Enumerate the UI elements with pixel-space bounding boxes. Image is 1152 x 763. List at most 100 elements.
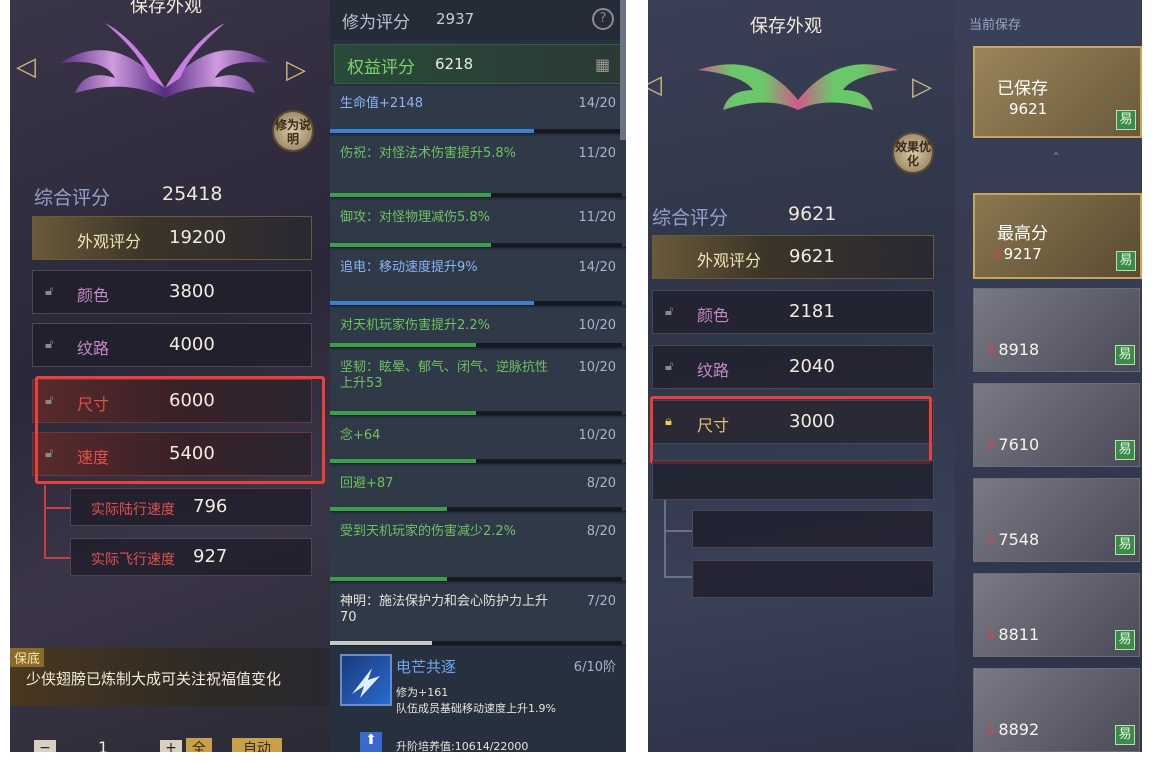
- attribute-name: 回避+87: [340, 476, 394, 491]
- row-label: 颜色: [77, 286, 110, 305]
- tree-line: [664, 500, 666, 576]
- grid-icon[interactable]: ▦: [595, 55, 610, 74]
- row-value: 19200: [169, 227, 227, 248]
- attribute-row: 御攻：对怪物理减伤5.8% 11/20: [330, 200, 626, 248]
- attribute-row: 神明：施法保护力和会心防护力上升70 7/20: [330, 584, 626, 646]
- decrease-button[interactable]: −: [34, 740, 56, 752]
- skill-level: 6/10阶: [573, 660, 616, 675]
- cultivation-info-badge[interactable]: 修为说明: [272, 110, 314, 152]
- row-label: 实际陆行速度: [91, 502, 175, 518]
- attribute-row: 伤祝：对怪法术伤害提升5.8% 11/20: [330, 136, 626, 198]
- attribute-name: 对天机玩家伤害提升2.2%: [340, 318, 491, 333]
- pattern-row[interactable]: 🔓︎ 纹路 4000: [32, 323, 312, 367]
- chevron-up-icon[interactable]: ⌃: [1051, 150, 1061, 164]
- progress-fill: [330, 507, 447, 511]
- help-icon[interactable]: ?: [592, 8, 614, 30]
- attribute-row: 坚韧：眩晕、郁气、闭气、逆脉抗性上升53 10/20: [330, 350, 626, 416]
- all-button[interactable]: 全: [186, 738, 212, 752]
- progress-fill: [330, 577, 447, 581]
- saved-item[interactable]: 7610 易: [973, 383, 1140, 467]
- attribute-count: 11/20: [578, 146, 616, 161]
- saved-item[interactable]: 8892 易: [973, 668, 1140, 752]
- upgrade-arrow-icon[interactable]: ⬆: [360, 732, 382, 752]
- saved-item[interactable]: 8811 易: [973, 573, 1140, 657]
- attribute-count: 10/20: [578, 318, 616, 333]
- skill-line1: 修为+161: [396, 686, 449, 699]
- progress-bar: [330, 459, 622, 463]
- next-arrow-icon[interactable]: ▷: [286, 55, 306, 85]
- auto-button[interactable]: 自动: [232, 738, 282, 752]
- rights-value: 6218: [435, 55, 474, 73]
- progress-fill: [330, 129, 535, 133]
- attribute-row: 生命值+2148 14/20: [330, 86, 626, 134]
- wing-preview-image: [698, 64, 898, 110]
- row-label: 颜色: [697, 306, 730, 325]
- progress-fill: [330, 193, 491, 197]
- easy-badge: 易: [1115, 535, 1135, 555]
- row-value: 9621: [789, 246, 835, 267]
- panel-title: 保存外观: [750, 16, 822, 37]
- prev-arrow-icon[interactable]: ◁: [648, 70, 662, 100]
- progress-bar: [330, 641, 622, 645]
- progress-fill: [330, 343, 476, 347]
- unlock-icon[interactable]: 🔓︎: [45, 337, 57, 353]
- attribute-name: 伤祝：对怪法术伤害提升5.8%: [340, 146, 517, 161]
- tree-line: [44, 485, 46, 559]
- row-label: 纹路: [697, 361, 730, 380]
- increase-button[interactable]: +: [160, 740, 182, 752]
- effect-optimize-badge[interactable]: 效果优化: [892, 132, 934, 174]
- easy-badge: 易: [1115, 725, 1135, 745]
- lightning-skill-icon[interactable]: [340, 654, 392, 706]
- pattern-row[interactable]: 🔓︎ 纹路 2040: [652, 345, 934, 389]
- saved-item[interactable]: 7548 易: [973, 478, 1140, 562]
- unlock-icon[interactable]: 🔓︎: [665, 359, 677, 375]
- unlock-icon[interactable]: 🔓︎: [665, 304, 677, 320]
- saved-label: 已保存: [997, 79, 1048, 99]
- row-value: 3800: [169, 281, 215, 302]
- attribute-name: 念+64: [340, 428, 381, 443]
- appearance-score-row: 外观评分 9621: [652, 235, 934, 279]
- scrollbar[interactable]: [620, 0, 626, 140]
- saved-item[interactable]: 8918 易: [973, 288, 1140, 372]
- row-value: 2040: [789, 356, 835, 377]
- unlock-icon[interactable]: 🔓︎: [45, 284, 57, 300]
- saved-title: 当前保存: [969, 18, 1022, 33]
- next-arrow-icon[interactable]: ▷: [912, 72, 932, 102]
- overall-score-label: 综合评分: [652, 207, 729, 229]
- saved-slot[interactable]: 已保存 9621 易: [973, 46, 1142, 138]
- row-label: 实际飞行速度: [91, 552, 175, 568]
- skill-name: 电芒共逐: [396, 658, 457, 676]
- attribute-name: 坚韧：眩晕、郁气、闭气、逆脉抗性上升53: [340, 360, 549, 391]
- cultivation-value: 2937: [436, 10, 475, 28]
- tree-line: [664, 530, 692, 532]
- progress-fill: [330, 243, 491, 247]
- attribute-count: 8/20: [586, 476, 616, 491]
- overall-score-value: 9621: [788, 203, 837, 225]
- row-label: 外观评分: [77, 232, 142, 251]
- saved-appearance-panel: 保存外观 ◁ ▷ 效果优化 综合评分 9621 外观评分 9621 🔓︎ 颜色 …: [648, 0, 955, 752]
- row-value: 796: [193, 496, 228, 517]
- overall-score-value: 25418: [162, 183, 223, 205]
- color-row[interactable]: 🔓︎ 颜色 2181: [652, 290, 934, 334]
- best-slot[interactable]: 最高分 ⇩9217 易: [973, 193, 1142, 279]
- progress-bar: [330, 193, 622, 197]
- best-label: 最高分: [997, 224, 1048, 244]
- rights-label: 权益评分: [347, 58, 415, 78]
- empty-sub-row: [692, 510, 934, 548]
- row-value: 4000: [169, 334, 215, 355]
- easy-badge: 易: [1115, 630, 1135, 650]
- guarantee-text: 少侠翅膀已炼制大成可关注祝福值变化: [26, 670, 282, 688]
- attribute-count: 14/20: [578, 96, 616, 111]
- guarantee-banner: 保底 少侠翅膀已炼制大成可关注祝福值变化: [10, 648, 330, 706]
- row-label: 纹路: [77, 339, 110, 358]
- item-score: 7610: [984, 435, 1039, 454]
- quantity-value[interactable]: 1: [98, 738, 108, 752]
- progress-fill: [330, 301, 535, 305]
- easy-badge: 易: [1115, 440, 1135, 460]
- fly-speed-row: 实际飞行速度 927: [70, 538, 312, 576]
- prev-arrow-icon[interactable]: ◁: [16, 52, 36, 82]
- wing-preview-image: [60, 23, 270, 98]
- color-row[interactable]: 🔓︎ 颜色 3800: [32, 270, 312, 314]
- rights-header: 权益评分 6218 ▦: [334, 44, 622, 84]
- easy-badge: 易: [1116, 110, 1136, 130]
